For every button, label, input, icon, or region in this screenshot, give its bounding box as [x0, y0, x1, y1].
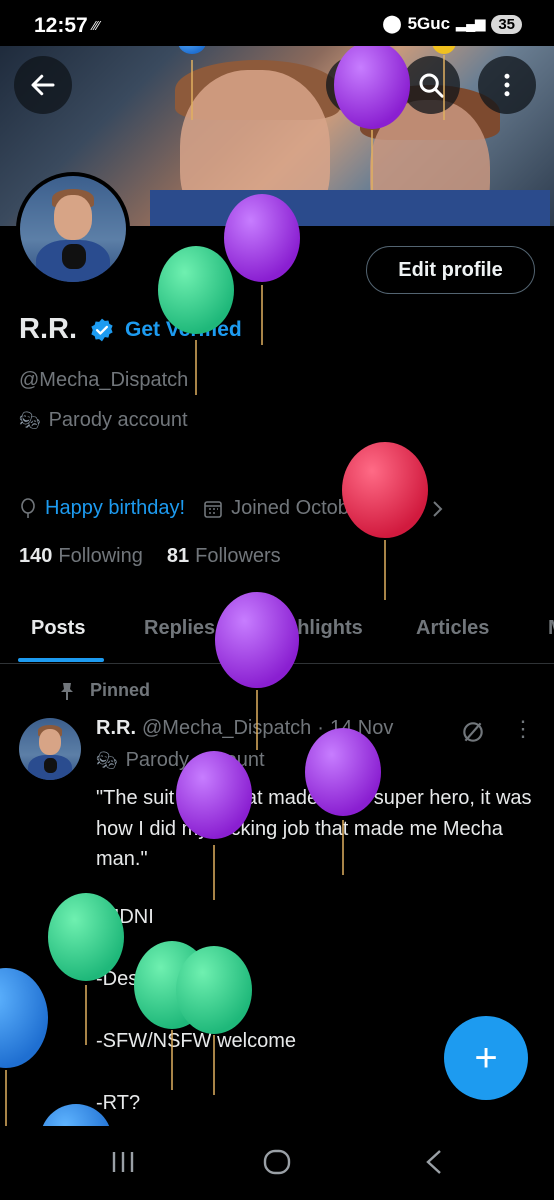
more-button[interactable] — [478, 56, 536, 114]
search-icon — [419, 73, 444, 98]
status-bar: 12:57 ⁄⁄⁄ ⬤ 5Guc ▂▄▆ 35 — [0, 0, 554, 46]
pinned-text: Pinned — [90, 680, 151, 700]
following-label: Following — [58, 545, 143, 567]
tab-posts[interactable]: Posts — [31, 617, 85, 640]
grok-icon[interactable] — [460, 719, 486, 745]
display-name: R.R. — [19, 313, 77, 345]
location-icon: ⬤ — [382, 14, 402, 33]
system-nav-bar — [0, 1126, 554, 1200]
post-line: -MDNI — [96, 906, 154, 928]
balloon-icon — [21, 497, 35, 518]
post-text: "The suit isn't what made me a super her… — [96, 787, 532, 870]
signal-icon: ▂▄▆ — [456, 16, 486, 31]
chevron-right-icon[interactable] — [431, 500, 445, 518]
mask-icon: 🎭︎ — [19, 410, 41, 430]
post-line: -SFW/NSFW welcome — [96, 1030, 296, 1052]
back-nav-icon[interactable] — [420, 1148, 450, 1176]
post-parody-label: 🎭︎ Parody account — [96, 749, 265, 772]
post-line: -RT? — [96, 1092, 141, 1114]
recents-icon[interactable] — [108, 1148, 138, 1176]
followers-count: 81 — [166, 545, 190, 567]
tab-overflow[interactable]: M — [548, 617, 554, 640]
arrow-left-icon — [31, 74, 55, 96]
more-vertical-icon — [504, 73, 510, 97]
post-line: -Descriptive — [96, 968, 202, 990]
profile-meta: Happy birthday! Joined October 2025 — [19, 497, 445, 520]
grok-icon — [343, 73, 367, 97]
verified-badge-icon — [91, 318, 113, 341]
status-right: ⬤ 5Guc ▂▄▆ 35 — [383, 14, 522, 34]
post-separator: · — [317, 717, 324, 739]
back-button[interactable] — [14, 56, 72, 114]
pinned-label: Pinned — [58, 680, 150, 701]
status-time: 12:57 — [34, 14, 88, 37]
search-button[interactable] — [402, 56, 460, 114]
parody-label: 🎭︎ Parody account — [19, 409, 188, 432]
following-link[interactable]: 140 Following — [19, 545, 143, 568]
name-row: R.R. Get Verified — [19, 313, 242, 346]
wifi-calling-icon: ⁄⁄⁄ — [93, 18, 100, 33]
tab-highlights[interactable]: Highlights — [265, 617, 363, 640]
post-parody-text: Parody account — [125, 749, 265, 771]
network-label: 5Guc — [407, 14, 451, 33]
grok-button[interactable] — [326, 56, 384, 114]
mask-icon: 🎭︎ — [96, 750, 118, 770]
following-count: 140 — [19, 545, 53, 567]
post-author-name[interactable]: R.R. — [96, 717, 136, 740]
compose-button[interactable]: + — [444, 1016, 528, 1100]
active-tab-indicator — [18, 658, 104, 662]
joined-date: Joined October 2025 — [231, 497, 417, 519]
calendar-icon — [204, 500, 222, 518]
tab-articles[interactable]: Articles — [416, 617, 489, 640]
tab-replies[interactable]: Replies — [144, 617, 215, 640]
get-verified-link[interactable]: Get Verified — [125, 318, 242, 342]
profile-handle: @Mecha_Dispatch — [19, 369, 189, 391]
post-author-handle[interactable]: @Mecha_Dispatch — [142, 717, 311, 740]
battery-level: 35 — [491, 14, 522, 34]
profile-tabs: Posts Replies Highlights Articles M — [0, 600, 554, 664]
profile-avatar[interactable] — [16, 172, 130, 286]
parody-text: Parody account — [48, 409, 188, 431]
post-more-icon[interactable]: ⋮ — [512, 716, 534, 742]
post-header: R.R. @Mecha_Dispatch · 14 Nov — [96, 717, 393, 740]
birthday-text[interactable]: Happy birthday! — [45, 497, 185, 520]
home-icon[interactable] — [262, 1148, 292, 1176]
followers-link[interactable]: 81 Followers — [167, 545, 281, 568]
follow-stats: 140 Following 81 Followers — [19, 545, 281, 568]
followers-label: Followers — [195, 545, 281, 567]
post-avatar[interactable] — [19, 718, 81, 780]
edit-profile-button[interactable]: Edit profile — [366, 246, 535, 294]
post-date[interactable]: 14 Nov — [330, 717, 393, 740]
pin-icon — [61, 682, 73, 700]
